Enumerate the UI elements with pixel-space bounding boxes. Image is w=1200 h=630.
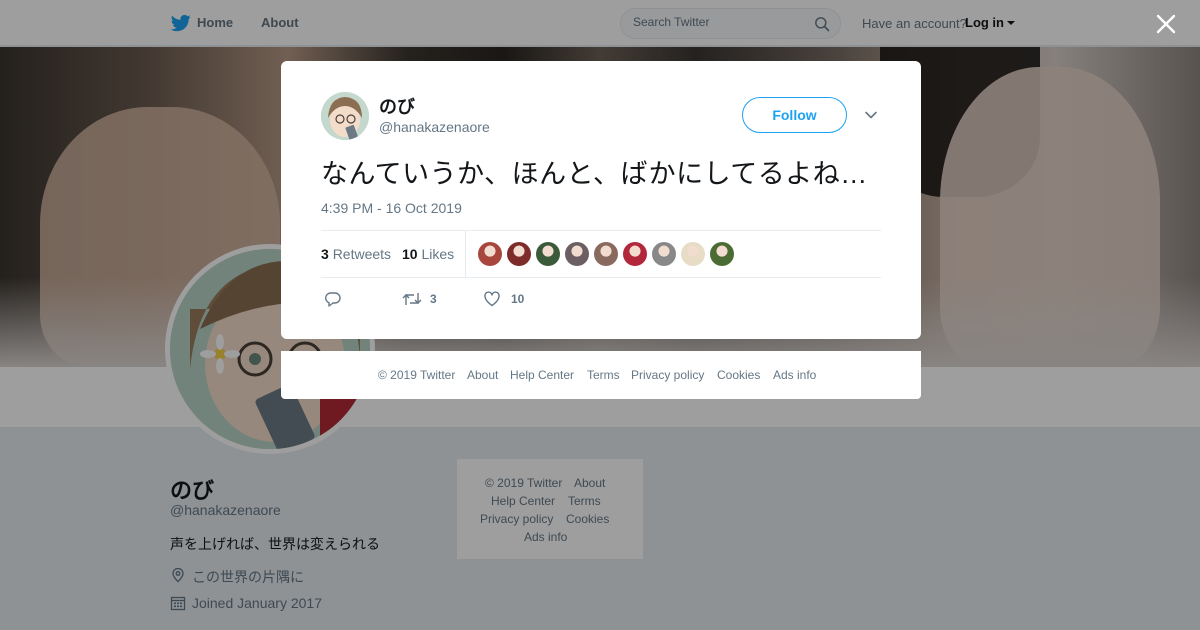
like-action[interactable]: 10 [483, 289, 543, 309]
tweet-text: なんていうか、ほんと、ばかにしてるよね… [321, 159, 868, 189]
footer-terms-link[interactable]: Terms [587, 368, 620, 382]
tweet-author-name[interactable]: のび [379, 93, 415, 119]
footer-ads-info-link[interactable]: Ads info [773, 368, 816, 382]
retweet-action[interactable]: 3 [402, 289, 462, 309]
retweets-label: Retweets [332, 246, 392, 262]
tweet-modal: のび @hanakazenaore Follow なんていうか、ほんと、ばかにし… [281, 61, 921, 339]
follow-button[interactable]: Follow [742, 97, 847, 133]
chevron-down-icon[interactable] [864, 108, 878, 122]
liker-avatar[interactable] [478, 242, 502, 266]
footer-privacy-link[interactable]: Privacy policy [631, 368, 704, 382]
liker-avatar[interactable] [565, 242, 589, 266]
liker-avatar[interactable] [594, 242, 618, 266]
retweet-icon[interactable] [402, 290, 422, 308]
close-icon[interactable] [1156, 14, 1176, 34]
divider [321, 230, 881, 231]
retweets-stat[interactable]: 3 Retweets [321, 246, 391, 262]
liker-avatar[interactable] [507, 242, 531, 266]
modal-footer: © 2019 Twitter About Help Center Terms P… [281, 351, 921, 399]
retweet-action-count: 3 [430, 292, 437, 306]
tweet-author-avatar[interactable] [321, 92, 369, 140]
liker-avatar[interactable] [652, 242, 676, 266]
likes-label: Likes [421, 246, 455, 262]
footer-cookies-link[interactable]: Cookies [717, 368, 760, 382]
reply-action[interactable] [324, 289, 348, 309]
heart-icon[interactable] [483, 290, 501, 308]
like-action-count: 10 [511, 292, 525, 306]
tweet-timestamp[interactable]: 4:39 PM - 16 Oct 2019 [321, 200, 462, 216]
liker-avatar[interactable] [536, 242, 560, 266]
footer-copyright: © 2019 Twitter [378, 368, 456, 382]
divider [321, 277, 881, 278]
footer-about-link[interactable]: About [467, 368, 498, 382]
tweet-author-handle[interactable]: @hanakazenaore [379, 119, 490, 135]
footer-help-center-link[interactable]: Help Center [510, 368, 574, 382]
liker-avatar[interactable] [681, 242, 705, 266]
reply-icon[interactable] [324, 290, 342, 308]
retweets-count: 3 [321, 246, 329, 262]
stats-divider [465, 231, 466, 277]
liker-avatar[interactable] [623, 242, 647, 266]
liker-avatar[interactable] [710, 242, 734, 266]
likes-count: 10 [402, 246, 418, 262]
likes-stat[interactable]: 10 Likes [402, 246, 454, 262]
